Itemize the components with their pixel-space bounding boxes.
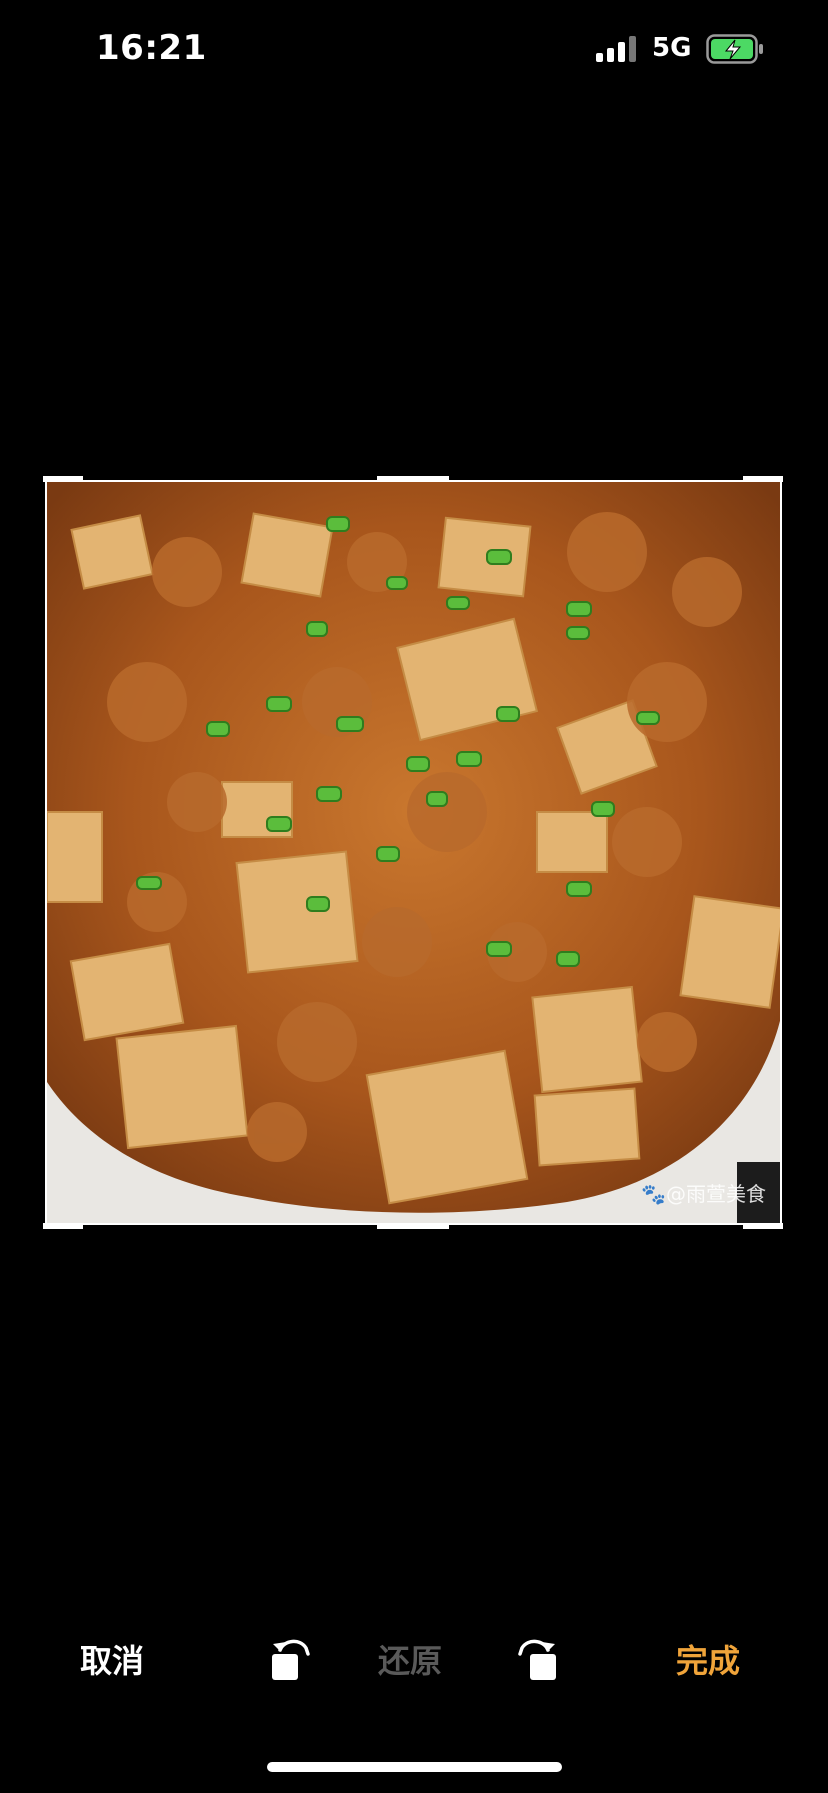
crop-handle-top-right[interactable] [743,476,783,482]
cancel-button[interactable]: 取消 [80,1636,144,1682]
network-label: 5G [652,33,692,63]
crop-handle-top-mid[interactable] [377,476,449,482]
reset-button[interactable]: 还原 [378,1636,442,1682]
watermark: 🐾@雨萱美食 [641,1182,766,1206]
paw-icon: 🐾 [641,1182,666,1206]
cellular-signal-icon [596,36,638,62]
food-photo: 🐾@雨萱美食 [45,480,782,1225]
status-time: 16:21 [96,28,207,68]
status-bar: 16:21 5G [0,0,828,100]
crop-handle-bottom-mid[interactable] [377,1223,449,1229]
done-button[interactable]: 完成 [676,1636,740,1682]
crop-handle-top-left[interactable] [43,476,83,482]
rotate-left-icon[interactable] [266,1632,316,1682]
edit-toolbar: 取消 还原 完成 [0,1620,828,1700]
home-indicator[interactable] [267,1762,562,1772]
crop-handle-bottom-left[interactable] [43,1223,83,1229]
battery-charging-icon [706,34,763,64]
crop-area[interactable]: 🐾@雨萱美食 [43,476,783,1229]
rotate-right-icon[interactable] [512,1632,562,1682]
crop-handle-bottom-right[interactable] [743,1223,783,1229]
